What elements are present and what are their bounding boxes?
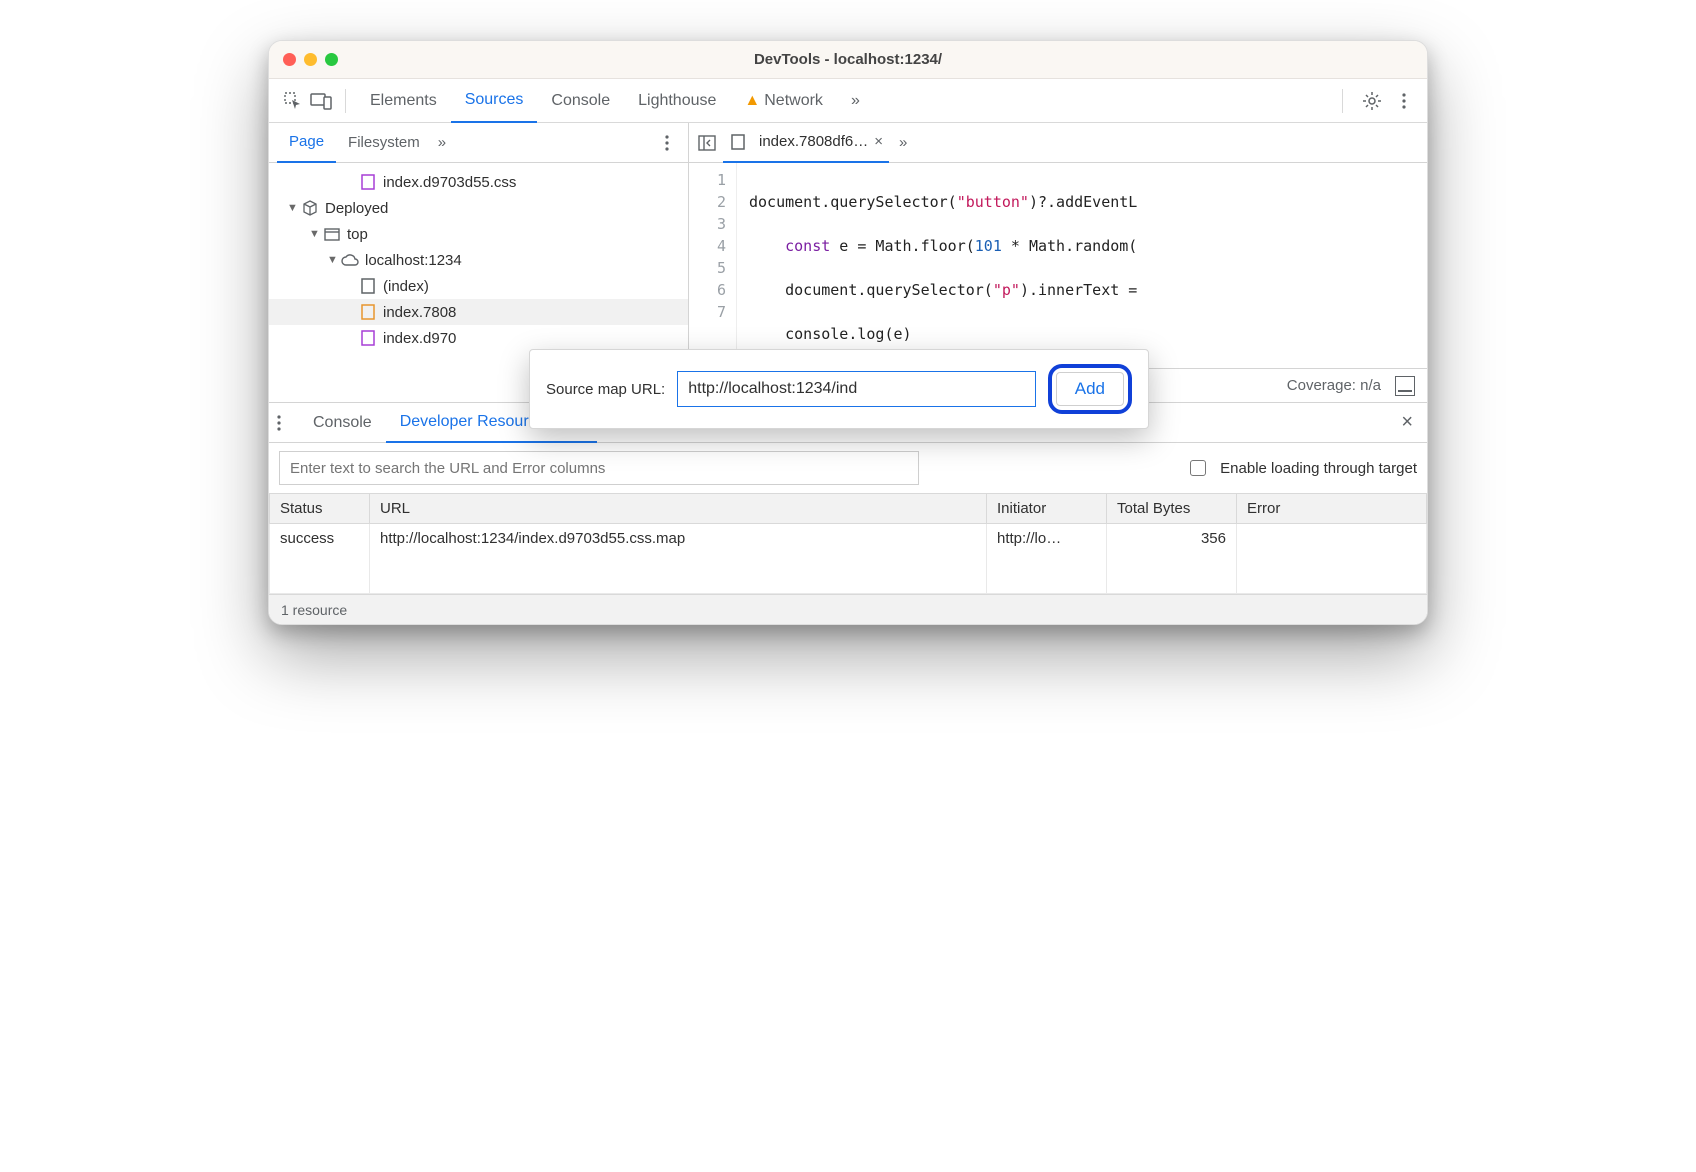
css-file-icon	[359, 329, 377, 347]
enable-loading-checkbox[interactable]	[1190, 460, 1206, 476]
drawer-search-input[interactable]	[279, 451, 919, 485]
navigator-tabs: Page Filesystem »	[269, 123, 688, 163]
devtools-window: DevTools - localhost:1234/ Elements Sour…	[268, 40, 1428, 625]
editor-tab-active[interactable]: index.7808df6… ×	[723, 123, 889, 163]
cell-status: success	[270, 524, 370, 594]
toggle-drawer-icon[interactable]	[1395, 376, 1415, 396]
col-error[interactable]: Error	[1237, 494, 1427, 524]
close-drawer-icon[interactable]: ×	[1395, 411, 1419, 434]
close-tab-icon[interactable]: ×	[874, 133, 883, 150]
cell-error	[1237, 524, 1427, 594]
document-icon	[359, 277, 377, 295]
toolbar-divider	[1342, 89, 1343, 113]
settings-gear-icon[interactable]	[1359, 88, 1385, 114]
tree-group-host[interactable]: ▼ localhost:1234	[269, 247, 688, 273]
tab-sources[interactable]: Sources	[451, 79, 538, 123]
close-window-button[interactable]	[283, 53, 296, 66]
drawer-panel: Console Developer Resources × × Enable l…	[269, 403, 1427, 624]
drawer-status-bar: 1 resource	[269, 594, 1427, 624]
toggle-navigator-icon[interactable]	[695, 131, 719, 155]
toolbar-divider	[345, 89, 346, 113]
main-toolbar: Elements Sources Console Lighthouse ▲ Ne…	[269, 79, 1427, 123]
subtab-filesystem[interactable]: Filesystem	[336, 123, 432, 163]
col-total-bytes[interactable]: Total Bytes	[1107, 494, 1237, 524]
resources-table: Status URL Initiator Total Bytes Error s…	[269, 493, 1427, 594]
caret-down-icon: ▼	[309, 228, 323, 240]
caret-down-icon: ▼	[287, 202, 301, 214]
coverage-label: Coverage: n/a	[1287, 377, 1381, 394]
subtab-page[interactable]: Page	[277, 123, 336, 163]
cell-total-bytes: 356	[1107, 524, 1237, 594]
tree-file-css2[interactable]: index.d970	[269, 325, 688, 351]
enable-loading-label: Enable loading through target	[1220, 460, 1417, 477]
cloud-icon	[341, 251, 359, 269]
minimize-window-button[interactable]	[304, 53, 317, 66]
add-button-highlight: Add	[1048, 364, 1132, 414]
inspect-element-icon[interactable]	[279, 87, 307, 115]
drawer-tab-console[interactable]: Console	[299, 403, 386, 443]
device-toolbar-icon[interactable]	[307, 87, 335, 115]
resource-count: 1 resource	[281, 602, 347, 618]
subtabs-overflow-icon[interactable]: »	[432, 134, 452, 151]
window-icon	[323, 225, 341, 243]
tree-group-top[interactable]: ▼ top	[269, 221, 688, 247]
tree-file-js[interactable]: index.7808	[269, 299, 688, 325]
source-map-label: Source map URL:	[546, 381, 665, 398]
tree-file-index[interactable]: (index)	[269, 273, 688, 299]
tab-elements[interactable]: Elements	[356, 79, 451, 123]
caret-down-icon: ▼	[327, 254, 341, 266]
more-menu-icon[interactable]	[1391, 88, 1417, 114]
css-file-icon	[359, 173, 377, 191]
fullscreen-window-button[interactable]	[325, 53, 338, 66]
tree-group-deployed[interactable]: ▼ Deployed	[269, 195, 688, 221]
drawer-more-icon[interactable]	[277, 415, 299, 431]
main-tabs: Elements Sources Console Lighthouse ▲ Ne…	[356, 79, 874, 123]
table-row[interactable]: success http://localhost:1234/index.d970…	[270, 524, 1427, 594]
cube-icon	[301, 199, 319, 217]
source-map-url-input[interactable]	[677, 371, 1036, 407]
editor-tabs-overflow-icon[interactable]: »	[893, 134, 913, 151]
tree-file-css[interactable]: index.d9703d55.css	[269, 169, 688, 195]
cell-url: http://localhost:1234/index.d9703d55.css…	[370, 524, 987, 594]
source-map-popup: Source map URL: Add	[529, 349, 1149, 429]
line-gutter: 1 2 3 4 5 6 7	[689, 163, 737, 368]
add-button[interactable]: Add	[1056, 372, 1124, 406]
col-url[interactable]: URL	[370, 494, 987, 524]
traffic-lights	[283, 53, 338, 66]
code-editor[interactable]: 1 2 3 4 5 6 7 document.querySelector("bu…	[689, 163, 1427, 368]
file-tree: index.d9703d55.css ▼ Deployed ▼ top ▼ lo…	[269, 163, 688, 357]
tabs-overflow-icon[interactable]: »	[837, 79, 874, 123]
window-title: DevTools - localhost:1234/	[269, 51, 1427, 68]
js-file-icon	[359, 303, 377, 321]
drawer-search-row: Enable loading through target	[269, 443, 1427, 493]
tab-network[interactable]: ▲ Network	[730, 79, 837, 123]
tab-lighthouse[interactable]: Lighthouse	[624, 79, 730, 123]
code-content: document.querySelector("button")?.addEve…	[737, 163, 1137, 368]
navigator-more-icon[interactable]	[654, 130, 680, 156]
titlebar: DevTools - localhost:1234/	[269, 41, 1427, 79]
tab-console[interactable]: Console	[537, 79, 624, 123]
document-icon	[729, 133, 747, 151]
col-initiator[interactable]: Initiator	[987, 494, 1107, 524]
editor-tabs: index.7808df6… × »	[689, 123, 1427, 163]
warning-icon: ▲	[744, 92, 760, 110]
col-status[interactable]: Status	[270, 494, 370, 524]
cell-initiator: http://lo…	[987, 524, 1107, 594]
